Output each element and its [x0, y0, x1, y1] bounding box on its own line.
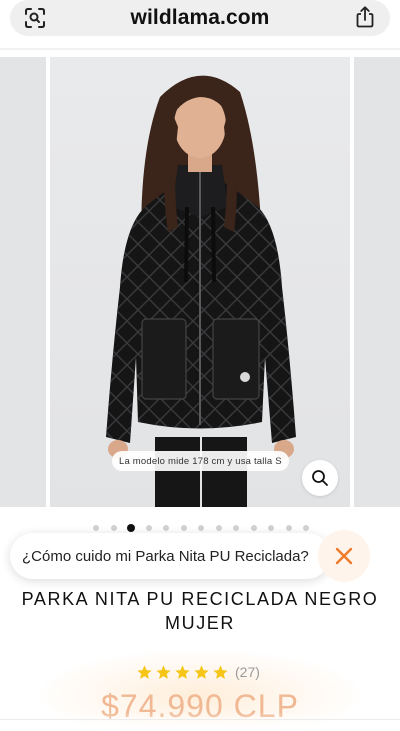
model-jacket-photo — [106, 75, 296, 507]
address-bar[interactable]: wildlama.com — [10, 0, 390, 36]
pagination-dot[interactable] — [285, 525, 292, 531]
product-title-line1: PARKA NITA PU RECICLADA NEGRO — [21, 589, 379, 609]
pagination-dot[interactable] — [145, 525, 152, 531]
product-image[interactable] — [50, 57, 350, 507]
bottom-divider — [0, 719, 400, 720]
model-size-note: La modelo mide 178 cm y usa talla S — [112, 451, 289, 471]
pagination-dot[interactable] — [163, 525, 169, 531]
product-title: PARKA NITA PU RECICLADA NEGRO MUJER — [0, 587, 400, 635]
pagination-dot[interactable] — [268, 525, 274, 531]
pagination-dot[interactable] — [250, 525, 257, 531]
pagination-dot[interactable] — [303, 525, 309, 531]
product-rating[interactable]: (27) — [136, 662, 260, 682]
next-slide[interactable] — [354, 57, 400, 507]
pagination-dot-active[interactable] — [127, 524, 135, 532]
star-icon — [175, 664, 190, 679]
pagination-dot[interactable] — [215, 525, 222, 531]
pagination-dot[interactable] — [233, 525, 239, 531]
pagination-dot[interactable] — [198, 525, 204, 531]
star-icon — [213, 664, 228, 679]
header-divider — [0, 48, 400, 50]
rating-stars — [136, 664, 231, 681]
pagination-dot[interactable] — [93, 525, 99, 531]
star-icon — [137, 664, 152, 679]
camera-search-icon[interactable] — [24, 7, 46, 29]
url-text[interactable]: wildlama.com — [131, 6, 270, 30]
bottom-fade — [0, 712, 400, 731]
rating-count: (27) — [235, 664, 260, 680]
product-title-line2: MUJER — [165, 613, 235, 633]
chat-close-button[interactable] — [318, 530, 370, 582]
care-question-bubble[interactable]: ¿Cómo cuido mi Parka Nita PU Reciclada? — [10, 533, 330, 579]
zoom-button[interactable] — [302, 460, 338, 496]
product-gallery[interactable] — [0, 57, 400, 507]
star-icon — [156, 664, 171, 679]
magnifier-icon — [312, 470, 328, 486]
share-icon[interactable] — [354, 5, 376, 29]
care-question-text: ¿Cómo cuido mi Parka Nita PU Reciclada? — [22, 547, 309, 565]
previous-slide[interactable] — [0, 57, 46, 507]
pagination-dot[interactable] — [110, 525, 117, 531]
pagination-dot[interactable] — [180, 525, 187, 531]
close-x-icon — [335, 547, 353, 565]
star-icon — [194, 664, 209, 679]
